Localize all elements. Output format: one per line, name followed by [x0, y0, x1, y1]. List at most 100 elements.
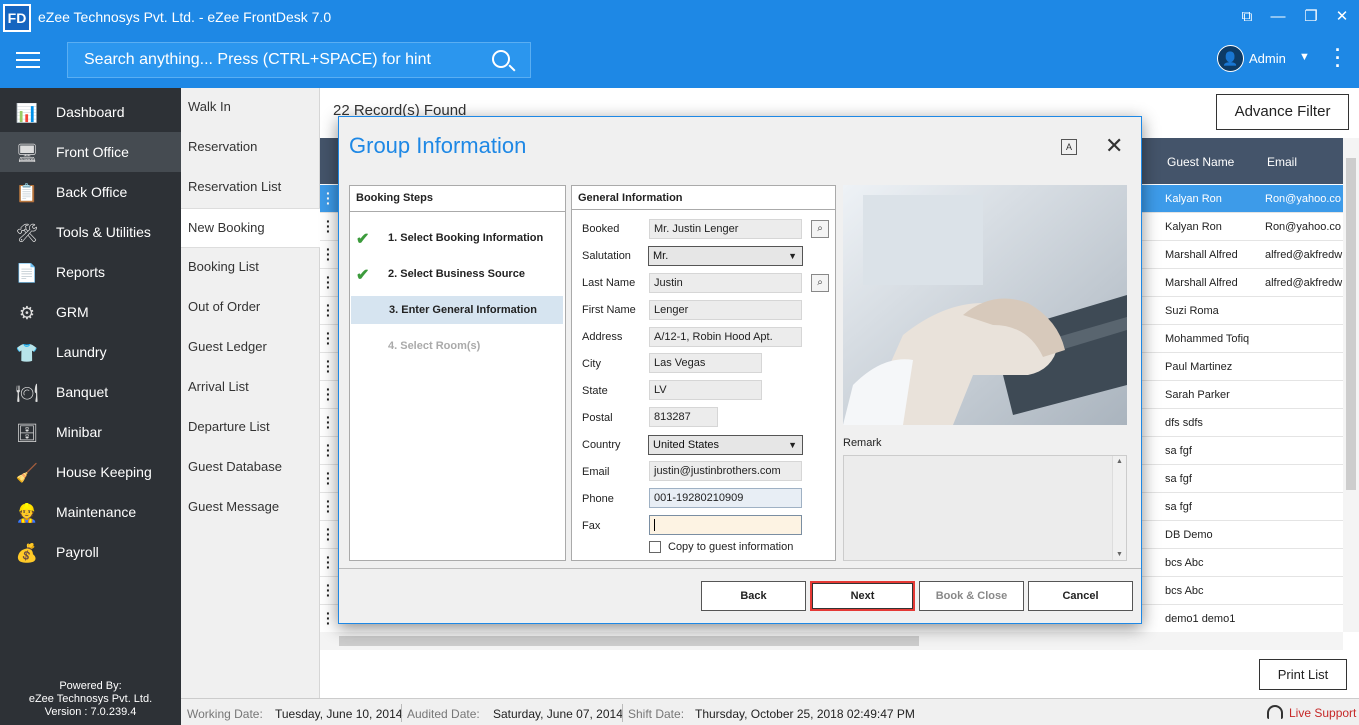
booked-field[interactable]: Mr. Justin Lenger [649, 219, 802, 239]
back-button[interactable]: Back [701, 581, 806, 611]
search-bar[interactable]: Search anything... Press (CTRL+SPACE) fo… [67, 42, 531, 78]
row-menu-icon[interactable]: · · · [326, 522, 331, 546]
row-menu-icon[interactable]: · · · [326, 494, 331, 518]
user-icon[interactable]: 👤 [1217, 45, 1244, 72]
advance-filter-button[interactable]: Advance Filter [1216, 94, 1349, 130]
submenu-item-arrival-list[interactable]: Arrival List [181, 368, 320, 408]
remark-textarea[interactable]: ▲ ▼ [843, 455, 1127, 561]
audited-date-value: Saturday, June 07, 2014 [493, 707, 623, 721]
sidebar-item-house-keeping[interactable]: 🧹 House Keeping [0, 452, 181, 492]
submenu-item-reservation[interactable]: Reservation [181, 128, 320, 168]
sidebar-item-reports[interactable]: 📄 Reports [0, 252, 181, 292]
booking-step[interactable]: 4. Select Room(s) [350, 332, 565, 360]
sidebar-item-label: Minibar [56, 424, 102, 440]
submenu-item-walk-in[interactable]: Walk In [181, 88, 320, 128]
last-name-lookup-icon[interactable]: ⌕ [811, 274, 829, 292]
sidebar-item-maintenance[interactable]: 👷 Maintenance [0, 492, 181, 532]
chevron-down-icon[interactable]: ▼ [1299, 51, 1310, 63]
submenu-item-guest-ledger[interactable]: Guest Ledger [181, 328, 320, 368]
book-and-close-button[interactable]: Book & Close [919, 581, 1024, 611]
submenu-item-departure-list[interactable]: Departure List [181, 408, 320, 448]
row-menu-icon[interactable]: · · · [326, 466, 331, 490]
row-menu-icon[interactable]: · · · [326, 298, 331, 322]
row-menu-icon[interactable]: · · · [326, 382, 331, 406]
row-menu-icon[interactable]: · · · [326, 606, 331, 630]
row-menu-icon[interactable]: · · · [326, 242, 331, 266]
guest-name-cell: sa fgf [1165, 501, 1192, 513]
sidebar-item-tools-utilities[interactable]: 🛠 Tools & Utilities [0, 212, 181, 252]
user-name[interactable]: Admin [1249, 51, 1286, 66]
vertical-scroll-thumb[interactable] [1346, 158, 1356, 490]
row-menu-icon[interactable]: · · · [326, 438, 331, 462]
sidebar-item-front-office[interactable]: 🖥 Front Office [0, 132, 181, 172]
booked-lookup-icon[interactable]: ⌕ [811, 220, 829, 238]
row-menu-icon[interactable]: · · · [326, 270, 331, 294]
booking-step[interactable]: ✔ 2. Select Business Source [350, 260, 565, 288]
address-field[interactable]: A/12-1, Robin Hood Apt. [649, 327, 802, 347]
city-field[interactable]: Las Vegas [649, 353, 762, 373]
vertical-scrollbar[interactable] [1343, 138, 1359, 632]
row-menu-icon[interactable]: · · · [326, 410, 331, 434]
row-menu-icon[interactable]: · · · [326, 550, 331, 574]
guest-name-cell: Sarah Parker [1165, 389, 1230, 401]
minimize-button[interactable]: — [1263, 4, 1293, 30]
close-icon[interactable]: ✕ [1105, 133, 1123, 159]
horizontal-scrollbar[interactable] [320, 632, 1343, 650]
row-menu-icon[interactable]: · · · [326, 354, 331, 378]
column-header-email[interactable]: Email [1267, 155, 1297, 169]
shift-date-label: Shift Date: [628, 707, 685, 721]
more-options-icon[interactable]: · · · [1333, 41, 1343, 75]
search-icon[interactable] [492, 50, 510, 68]
headset-icon[interactable] [1267, 705, 1283, 719]
translate-icon[interactable]: A [1061, 139, 1077, 155]
back-office-icon: 📋 [15, 183, 39, 203]
hamburger-menu-icon[interactable] [16, 52, 40, 68]
booking-step[interactable]: ✔ 1. Select Booking Information [350, 224, 565, 252]
email-field[interactable]: justin@justinbrothers.com [649, 461, 802, 481]
row-menu-icon[interactable]: · · · [326, 214, 331, 238]
salutation-select[interactable]: Mr. ▼ [648, 246, 803, 266]
copy-to-guest-checkbox[interactable] [649, 541, 661, 553]
copy-to-guest-label[interactable]: Copy to guest information [668, 541, 793, 553]
cancel-button[interactable]: Cancel [1028, 581, 1133, 611]
working-date-value: Tuesday, June 10, 2014 [275, 707, 403, 721]
last-name-field[interactable]: Justin [649, 273, 802, 293]
close-window-button[interactable]: ✕ [1327, 4, 1357, 30]
restore-button[interactable]: ❐ [1296, 4, 1326, 30]
submenu-item-booking-list[interactable]: Booking List [181, 248, 320, 288]
translate-icon[interactable]: ⧉ [1232, 4, 1262, 30]
next-button[interactable]: Next [810, 581, 915, 611]
column-header-guest-name[interactable]: Guest Name [1167, 155, 1234, 169]
row-menu-icon[interactable]: · · · [326, 326, 331, 350]
scroll-down-icon[interactable]: ▼ [1116, 551, 1123, 558]
guest-name-cell: dfs sdfs [1165, 417, 1203, 429]
scroll-up-icon[interactable]: ▲ [1116, 458, 1123, 465]
sidebar-item-payroll[interactable]: 💰 Payroll [0, 532, 181, 572]
sidebar-item-banquet[interactable]: 🍽 Banquet [0, 372, 181, 412]
horizontal-scroll-thumb[interactable] [339, 636, 919, 646]
submenu-item-reservation-list[interactable]: Reservation List [181, 168, 320, 208]
email-cell: alfred@akfredw [1265, 277, 1343, 289]
submenu-item-guest-database[interactable]: Guest Database [181, 448, 320, 488]
guest-name-cell: bcs Abc [1165, 557, 1204, 569]
remark-scrollbar[interactable]: ▲ ▼ [1112, 456, 1126, 560]
fax-field[interactable] [649, 515, 802, 535]
sidebar-item-grm[interactable]: ⚙ GRM [0, 292, 181, 332]
booking-step[interactable]: 3. Enter General Information [351, 296, 563, 324]
submenu-item-out-of-order[interactable]: Out of Order [181, 288, 320, 328]
country-select[interactable]: United States ▼ [648, 435, 803, 455]
sidebar-item-minibar[interactable]: 🗄 Minibar [0, 412, 181, 452]
postal-field[interactable]: 813287 [649, 407, 718, 427]
submenu-item-guest-message[interactable]: Guest Message [181, 488, 320, 528]
live-support-link[interactable]: Live Support [1289, 706, 1356, 720]
phone-field[interactable]: 001-19280210909 [649, 488, 802, 508]
state-field[interactable]: LV [649, 380, 762, 400]
first-name-field[interactable]: Lenger [649, 300, 802, 320]
sidebar-item-back-office[interactable]: 📋 Back Office [0, 172, 181, 212]
row-menu-icon[interactable]: · · · [326, 186, 331, 210]
sidebar-item-dashboard[interactable]: 📊 Dashboard [0, 92, 181, 132]
print-list-button[interactable]: Print List [1259, 659, 1347, 690]
sidebar-item-laundry[interactable]: 👕 Laundry [0, 332, 181, 372]
submenu-item-new-booking[interactable]: New Booking [181, 208, 320, 248]
row-menu-icon[interactable]: · · · [326, 578, 331, 602]
